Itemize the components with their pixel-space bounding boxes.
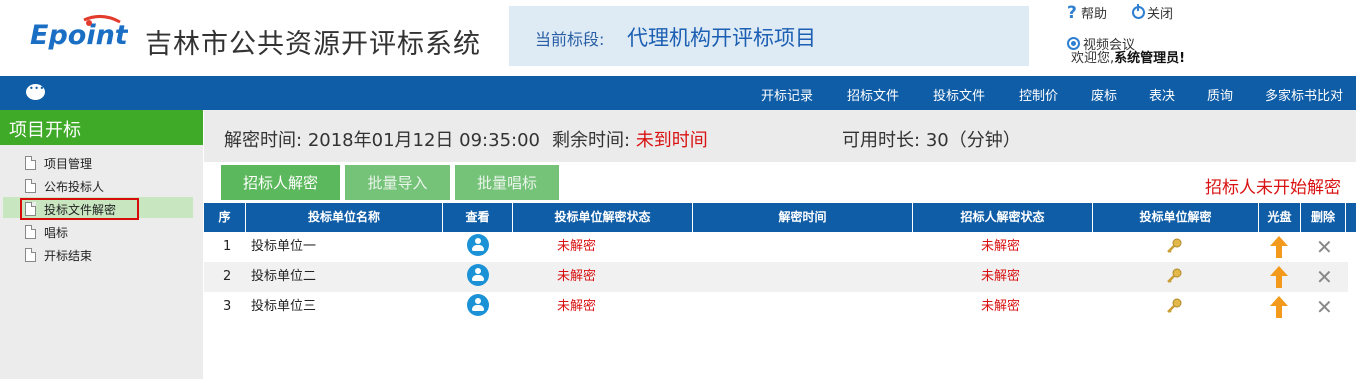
available-duration-label: 可用时长: xyxy=(842,130,921,151)
help-link[interactable]: ? 帮助 xyxy=(1067,3,1107,22)
row-bidder-status: 未解密 xyxy=(557,269,597,284)
upload-arrow-icon[interactable] xyxy=(1269,235,1289,259)
batch-sing-button[interactable]: 批量唱标 xyxy=(455,165,559,200)
sidebar-item-label: 唱标 xyxy=(44,225,69,240)
remaining-time-label: 剩余时间: xyxy=(552,130,631,151)
key-icon[interactable] xyxy=(1165,297,1183,315)
welcome-text: 欢迎您,系统管理员! xyxy=(1071,47,1185,66)
nav-item-bid-comparison[interactable]: 多家标书比对 xyxy=(1265,85,1343,104)
sidebar-item-label: 开标结束 xyxy=(44,248,93,263)
row-bidder-status: 未解密 xyxy=(557,299,597,314)
upload-arrow-icon[interactable] xyxy=(1269,265,1289,289)
decrypt-time: 解密时间: 2018年01月12日 09:35:00 xyxy=(224,126,540,152)
close-link[interactable]: 关闭 xyxy=(1132,3,1173,22)
nav-item-invalid-bid[interactable]: 废标 xyxy=(1091,85,1117,104)
col-header-bidder-name: 投标单位名称 xyxy=(246,203,443,232)
row-index: 3 xyxy=(223,299,232,314)
current-bid-panel: 当前标段: 代理机构开评标项目 xyxy=(509,6,1029,66)
close-x-icon[interactable]: ✕ xyxy=(1316,237,1333,257)
user-icon[interactable] xyxy=(467,294,489,316)
decrypt-time-label: 解密时间: xyxy=(224,130,303,151)
key-icon[interactable] xyxy=(1165,237,1183,255)
tenderer-decrypt-status: 招标人未开始解密 xyxy=(1205,178,1341,198)
bid-prefix-label: 当前标段: xyxy=(535,30,605,49)
row-bidder-name: 投标单位三 xyxy=(251,299,317,314)
nav-item-vote[interactable]: 表决 xyxy=(1149,85,1175,104)
sidebar-title: 项目开标 xyxy=(0,110,203,145)
document-icon xyxy=(25,156,36,170)
nav-item-bid-document[interactable]: 投标文件 xyxy=(933,85,985,104)
bid-name: 代理机构开评标项目 xyxy=(627,26,816,50)
batch-import-button[interactable]: 批量导入 xyxy=(345,165,450,200)
available-duration: 可用时长: 30（分钟） xyxy=(842,126,1021,152)
close-x-icon[interactable]: ✕ xyxy=(1316,267,1333,287)
svg-text:Epoint: Epoint xyxy=(30,20,128,51)
user-icon[interactable] xyxy=(467,234,489,256)
document-icon xyxy=(25,179,36,193)
row-bidder-status: 未解密 xyxy=(557,239,597,254)
app-header: Epoint 吉林市公共资源开评标系统 当前标段: 代理机构开评标项目 ? 帮助… xyxy=(0,0,1356,76)
remaining-time: 剩余时间: 未到时间 xyxy=(552,126,708,152)
close-x-icon[interactable]: ✕ xyxy=(1316,297,1333,317)
sidebar-item-publish-bidders[interactable]: 公布投标人 xyxy=(25,176,104,196)
available-duration-value: 30（分钟） xyxy=(925,130,1021,151)
chat-icon[interactable] xyxy=(26,84,45,100)
help-label: 帮助 xyxy=(1081,7,1108,22)
time-info-bar: 解密时间: 2018年01月12日 09:35:00 剩余时间: 未到时间 可用… xyxy=(204,110,1356,162)
power-icon xyxy=(1132,4,1145,19)
nav-item-bid-opening-record[interactable]: 开标记录 xyxy=(761,85,813,104)
sidebar-item-bid-singing[interactable]: 唱标 xyxy=(25,222,68,242)
row-bidder-name: 投标单位二 xyxy=(251,269,317,284)
user-icon[interactable] xyxy=(467,264,489,286)
help-icon: ? xyxy=(1067,2,1077,23)
nav-item-control-price[interactable]: 控制价 xyxy=(1019,85,1058,104)
row-index: 1 xyxy=(223,239,232,254)
col-header-view: 查看 xyxy=(443,203,513,232)
row-bidder-name: 投标单位一 xyxy=(251,239,317,254)
bid-table-header: 序 投标单位名称 查看 投标单位解密状态 解密时间 招标人解密状态 投标单位解密… xyxy=(204,203,1356,232)
remaining-time-value: 未到时间 xyxy=(635,130,708,151)
nav-item-inquiry[interactable]: 质询 xyxy=(1207,85,1233,104)
tenderer-decrypt-button[interactable]: 招标人解密 xyxy=(221,165,340,200)
sidebar-item-opening-end[interactable]: 开标结束 xyxy=(25,245,92,265)
col-header-bidder-decrypt: 投标单位解密 xyxy=(1093,203,1259,232)
table-row: 1 投标单位一 未解密 未解密 ✕ xyxy=(204,232,1348,262)
sidebar-active-outline xyxy=(20,198,139,220)
row-tenderer-status: 未解密 xyxy=(981,299,1021,314)
decrypt-time-value: 2018年01月12日 09:35:00 xyxy=(307,130,540,151)
table-row: 3 投标单位三 未解密 未解密 ✕ xyxy=(204,292,1348,322)
sidebar-item-label: 项目管理 xyxy=(44,156,93,171)
row-tenderer-status: 未解密 xyxy=(981,269,1021,284)
key-icon[interactable] xyxy=(1165,267,1183,285)
row-index: 2 xyxy=(223,269,232,284)
col-header-index: 序 xyxy=(204,203,246,232)
col-header-decrypt-time: 解密时间 xyxy=(693,203,913,232)
col-header-bidder-decrypt-status: 投标单位解密状态 xyxy=(513,203,693,232)
col-header-delete: 删除 xyxy=(1301,203,1346,232)
sidebar: 项目开标 项目管理 公布投标人 投标文件解密 唱标 开标结束 xyxy=(0,110,203,379)
row-tenderer-status: 未解密 xyxy=(981,239,1021,254)
epoint-logo: Epoint xyxy=(30,15,128,51)
nav-item-tender-document[interactable]: 招标文件 xyxy=(847,85,899,104)
document-icon xyxy=(25,248,36,262)
sidebar-item-label: 公布投标人 xyxy=(44,179,105,194)
col-header-tenderer-decrypt-status: 招标人解密状态 xyxy=(913,203,1093,232)
upload-arrow-icon[interactable] xyxy=(1269,295,1289,319)
welcome-prefix: 欢迎您, xyxy=(1071,51,1115,66)
sidebar-item-project-management[interactable]: 项目管理 xyxy=(25,153,92,173)
col-header-disc: 光盘 xyxy=(1259,203,1301,232)
system-title: 吉林市公共资源开评标系统 xyxy=(145,29,481,60)
document-icon xyxy=(25,225,36,239)
close-label: 关闭 xyxy=(1147,7,1174,22)
top-nav-bar: 开标记录 招标文件 投标文件 控制价 废标 表决 质询 多家标书比对 xyxy=(0,76,1356,110)
table-row: 2 投标单位二 未解密 未解密 ✕ xyxy=(204,262,1348,292)
welcome-user: 系统管理员! xyxy=(1114,51,1186,66)
